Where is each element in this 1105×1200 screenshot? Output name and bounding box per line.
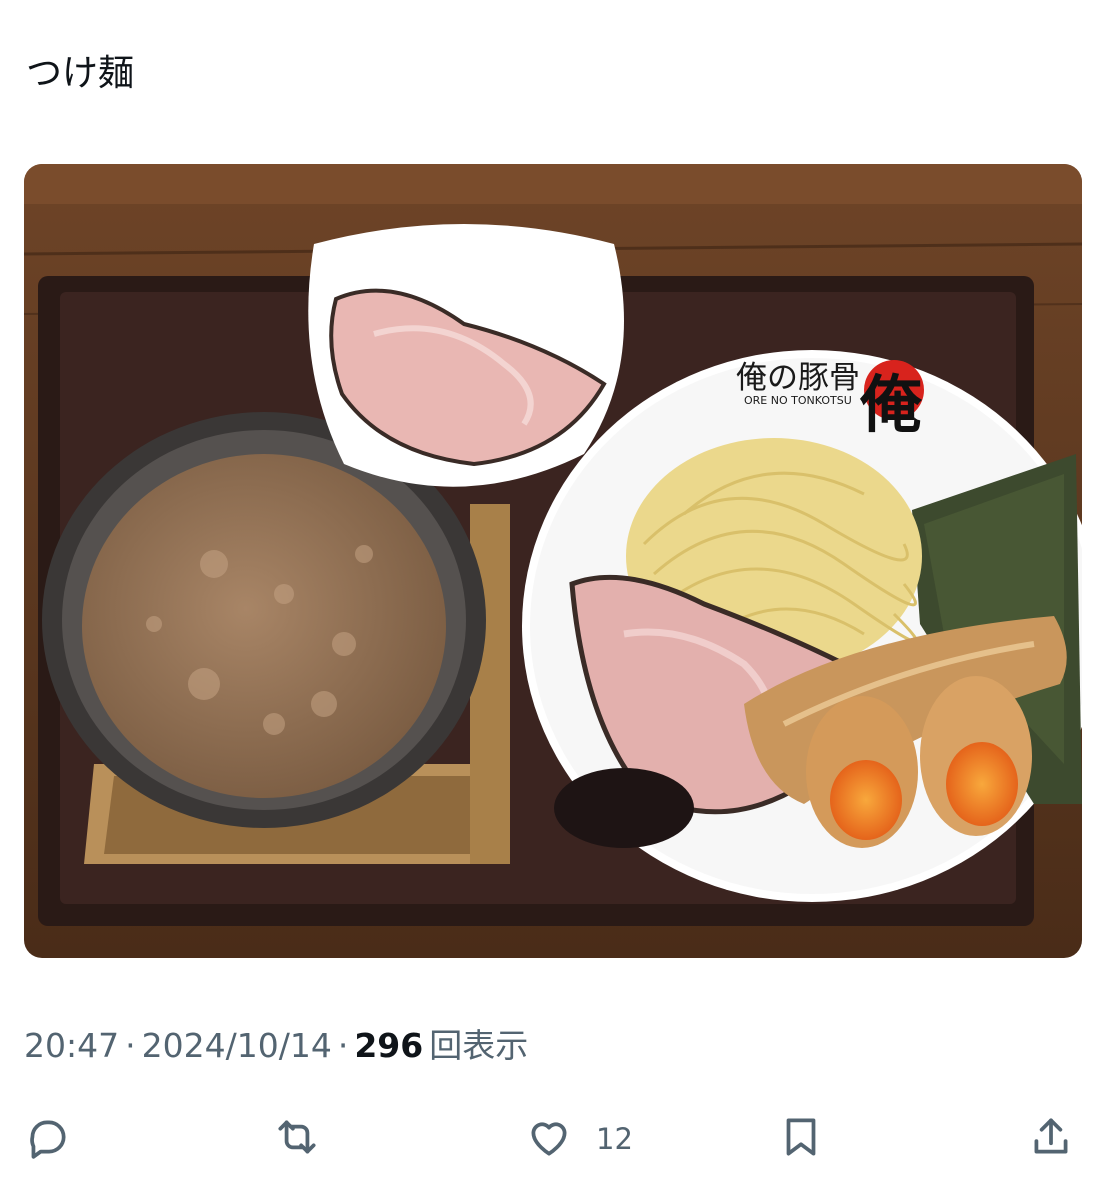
bookmark-icon <box>776 1112 826 1166</box>
bowl-brand-text: 俺の豚骨 <box>736 360 860 396</box>
heart-icon <box>524 1112 574 1166</box>
share-button[interactable] <box>1026 1108 1076 1170</box>
post-time[interactable]: 20:47 <box>24 1026 119 1065</box>
views-label: 回表示 <box>429 1026 529 1065</box>
meta-separator: · <box>125 1026 136 1065</box>
action-bar: 12 <box>0 1108 1105 1170</box>
views-count: 296 <box>354 1026 424 1065</box>
post-photo[interactable]: 俺の豚骨 ORE NO TONKOTSU 俺 <box>24 164 1082 958</box>
bookmark-button[interactable] <box>776 1108 826 1170</box>
share-upload-icon <box>1026 1112 1076 1166</box>
meta-separator: · <box>337 1026 349 1065</box>
repost-arrows-icon <box>272 1112 322 1166</box>
post-date[interactable]: 2024/10/14 <box>142 1026 332 1065</box>
post-text: つけ麺 <box>26 53 135 94</box>
like-count: 12 <box>596 1122 633 1156</box>
post-metadata: 20:47 · 2024/10/14 · 296 回表示 <box>24 1024 528 1068</box>
bowl-brand-romaji: ORE NO TONKOTSU <box>744 394 852 407</box>
like-button[interactable]: 12 <box>524 1108 633 1170</box>
bowl-logo-text: 俺 <box>859 368 923 441</box>
speech-bubble-icon <box>22 1112 72 1166</box>
repost-button[interactable] <box>272 1108 322 1170</box>
reply-button[interactable] <box>22 1108 72 1170</box>
